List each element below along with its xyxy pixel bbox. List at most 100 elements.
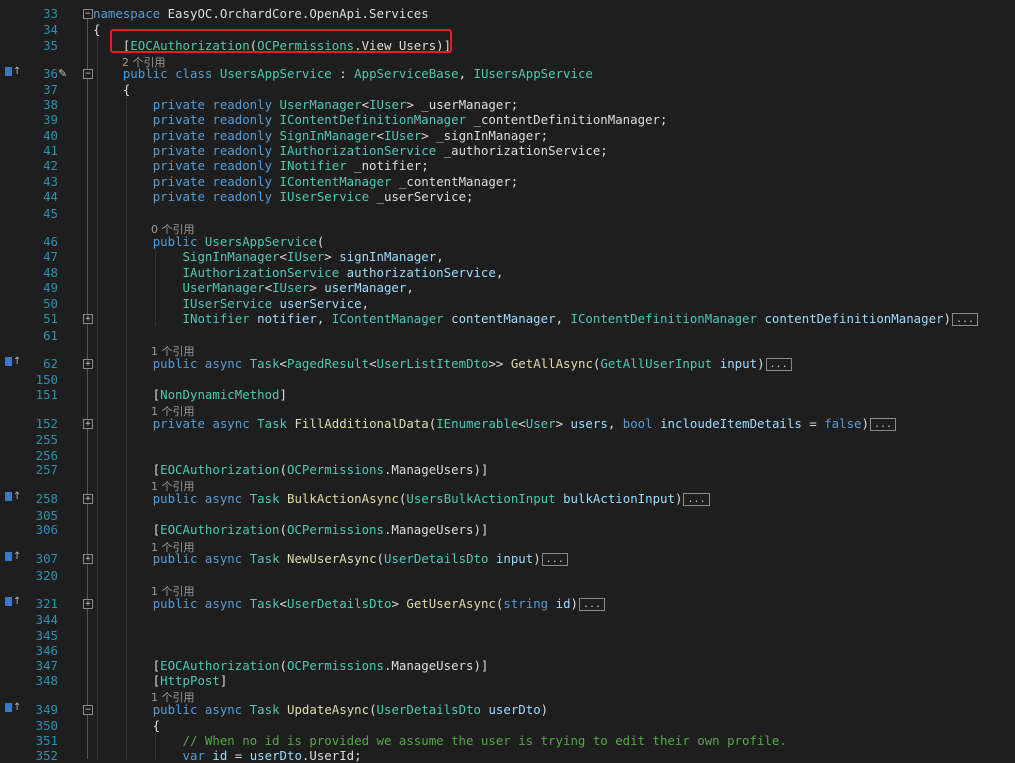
code-line[interactable]: 50 IUserService userService, (0, 296, 1015, 311)
expand-region-icon[interactable]: + (83, 554, 93, 564)
code-line[interactable]: 33 − namespace EasyOC.OrchardCore.OpenApi.… (0, 6, 1015, 21)
collapse-region-icon[interactable]: − (83, 69, 93, 79)
code-text[interactable]: public async Task UpdateAsync(UserDetail… (93, 702, 1015, 717)
code-line[interactable]: 40 private readonly SignInManager<IUser>… (0, 128, 1015, 143)
implements-interface-icon[interactable]: ↑ (5, 66, 21, 78)
code-text[interactable]: private readonly IUserService _userServi… (93, 189, 1015, 204)
code-line[interactable]: 47 SignInManager<IUser> signInManager, (0, 249, 1015, 264)
code-line[interactable]: 352 var id = userDto.UserId; (0, 748, 1015, 763)
code-line[interactable]: 345 (0, 628, 1015, 643)
implements-interface-icon[interactable]: ↑ (5, 491, 21, 503)
collapse-region-icon[interactable]: − (83, 705, 93, 715)
implements-interface-icon[interactable]: ↑ (5, 551, 21, 563)
edit-pencil-icon[interactable]: ✎ (58, 66, 67, 81)
collapsed-region-button[interactable]: ... (765, 358, 792, 371)
code-text[interactable]: private async Task FillAdditionalData(IE… (93, 416, 1015, 431)
code-text[interactable]: private readonly IAuthorizationService _… (93, 143, 1015, 158)
code-text[interactable]: [NonDynamicMethod] (93, 387, 1015, 402)
expand-region-icon[interactable]: + (83, 419, 93, 429)
codelens-references[interactable]: 1 个引用 (151, 403, 195, 419)
code-line[interactable]: 256 (0, 448, 1015, 463)
codelens-references[interactable]: 1 个引用 (151, 343, 195, 359)
code-text[interactable]: [EOCAuthorization(OCPermissions.ManageUs… (93, 462, 1015, 477)
code-line[interactable]: 348 [HttpPost] (0, 673, 1015, 688)
code-text[interactable]: INotifier notifier, IContentManager cont… (93, 311, 1015, 326)
expand-region-icon[interactable]: + (83, 599, 93, 609)
codelens-references[interactable]: 1 个引用 (151, 539, 195, 555)
codelens-references[interactable]: 0 个引用 (151, 221, 195, 237)
code-text[interactable]: private readonly IContentManager _conten… (93, 174, 1015, 189)
code-token: UpdateAsync (287, 702, 370, 717)
code-text[interactable]: [EOCAuthorization(OCPermissions.ManageUs… (93, 658, 1015, 673)
implements-interface-icon[interactable]: ↑ (5, 702, 21, 714)
collapsed-region-button[interactable]: ... (683, 493, 710, 506)
code-line[interactable]: 151 [NonDynamicMethod] (0, 387, 1015, 402)
code-text[interactable]: private readonly INotifier _notifier; (93, 158, 1015, 173)
code-line[interactable]: 42 private readonly INotifier _notifier; (0, 158, 1015, 173)
code-line[interactable]: 38 private readonly UserManager<IUser> _… (0, 97, 1015, 112)
implements-interface-icon[interactable]: ↑ (5, 356, 21, 368)
code-text[interactable]: public async Task NewUserAsync(UserDetai… (93, 551, 1015, 566)
code-line[interactable]: 347 [EOCAuthorization(OCPermissions.Mana… (0, 658, 1015, 673)
expand-region-icon[interactable]: + (83, 494, 93, 504)
code-line[interactable]: 305 (0, 508, 1015, 523)
code-line[interactable]: 43 private readonly IContentManager _con… (0, 174, 1015, 189)
code-text[interactable]: private readonly UserManager<IUser> _use… (93, 97, 1015, 112)
code-text[interactable]: private readonly IContentDefinitionManag… (93, 112, 1015, 127)
code-line[interactable]: 41 private readonly IAuthorizationServic… (0, 143, 1015, 158)
code-text[interactable]: { (93, 82, 1015, 97)
code-token: UsersAppService (204, 234, 317, 249)
code-text[interactable]: IUserService userService, (93, 296, 1015, 311)
collapsed-region-button[interactable]: ... (579, 598, 606, 611)
code-line[interactable]: 45 (0, 206, 1015, 221)
code-editor[interactable]: 33− namespace EasyOC.OrchardCore.OpenApi.… (0, 0, 1015, 763)
code-line[interactable]: 150 (0, 372, 1015, 387)
code-text[interactable]: public async Task BulkActionAsync(UsersB… (93, 491, 1015, 506)
code-line[interactable]: 44 private readonly IUserService _userSe… (0, 189, 1015, 204)
code-text[interactable]: [HttpPost] (93, 673, 1015, 688)
code-text[interactable]: public class UsersAppService : AppServic… (93, 66, 1015, 81)
code-line[interactable]: 306 [EOCAuthorization(OCPermissions.Mana… (0, 522, 1015, 537)
codelens-references[interactable]: 1 个引用 (151, 689, 195, 705)
collapsed-region-button[interactable]: ... (541, 553, 568, 566)
code-line[interactable]: 49 UserManager<IUser> userManager, (0, 280, 1015, 295)
codelens-references[interactable]: 2 个引用 (122, 54, 166, 70)
code-line[interactable]: 255 (0, 432, 1015, 447)
code-text[interactable]: IAuthorizationService authorizationServi… (93, 265, 1015, 280)
code-text[interactable]: UserManager<IUser> userManager, (93, 280, 1015, 295)
codelens-references[interactable]: 1 个引用 (151, 478, 195, 494)
code-line[interactable]: 61 (0, 328, 1015, 343)
code-text[interactable]: public async Task<PagedResult<UserListIt… (93, 356, 1015, 371)
codelens-references[interactable]: 1 个引用 (151, 583, 195, 599)
code-text[interactable]: var id = userDto.UserId; (93, 748, 1015, 763)
code-text[interactable]: public UsersAppService( (93, 234, 1015, 249)
collapsed-region-button[interactable]: ... (951, 313, 979, 326)
code-token: readonly (212, 189, 273, 204)
line-number: 50 (43, 296, 58, 311)
code-text[interactable]: // When no id is provided we assume the … (93, 733, 1015, 748)
code-line[interactable]: 346 (0, 643, 1015, 658)
code-line[interactable]: 37 { (0, 82, 1015, 97)
code-token: _notifier; (346, 158, 429, 173)
code-text[interactable]: [EOCAuthorization(OCPermissions.ManageUs… (93, 522, 1015, 537)
code-line[interactable]: 39 private readonly IContentDefinitionMa… (0, 112, 1015, 127)
code-token: async (204, 702, 243, 717)
code-line[interactable]: 320 (0, 568, 1015, 583)
code-text[interactable]: namespace EasyOC.OrchardCore.OpenApi.Ser… (93, 6, 1015, 21)
code-text[interactable]: private readonly SignInManager<IUser> _s… (93, 128, 1015, 143)
code-line[interactable]: 257 [EOCAuthorization(OCPermissions.Mana… (0, 462, 1015, 477)
code-line[interactable]: 351 // When no id is provided we assume … (0, 733, 1015, 748)
code-line[interactable]: 344 (0, 612, 1015, 627)
collapsed-region-button[interactable]: ... (869, 418, 897, 431)
expand-region-icon[interactable]: + (83, 314, 93, 324)
code-line[interactable]: 48 IAuthorizationService authorizationSe… (0, 265, 1015, 280)
code-text[interactable]: public async Task<UserDetailsDto> GetUse… (93, 596, 1015, 611)
code-line[interactable]: 51 + INotifier notifier, IContentManager … (0, 311, 1015, 326)
line-number: 350 (35, 718, 58, 733)
collapse-region-icon[interactable]: − (83, 9, 93, 19)
implements-interface-icon[interactable]: ↑ (5, 596, 21, 608)
code-text[interactable]: { (93, 718, 1015, 733)
code-line[interactable]: 350 { (0, 718, 1015, 733)
expand-region-icon[interactable]: + (83, 359, 93, 369)
code-text[interactable]: SignInManager<IUser> signInManager, (93, 249, 1015, 264)
